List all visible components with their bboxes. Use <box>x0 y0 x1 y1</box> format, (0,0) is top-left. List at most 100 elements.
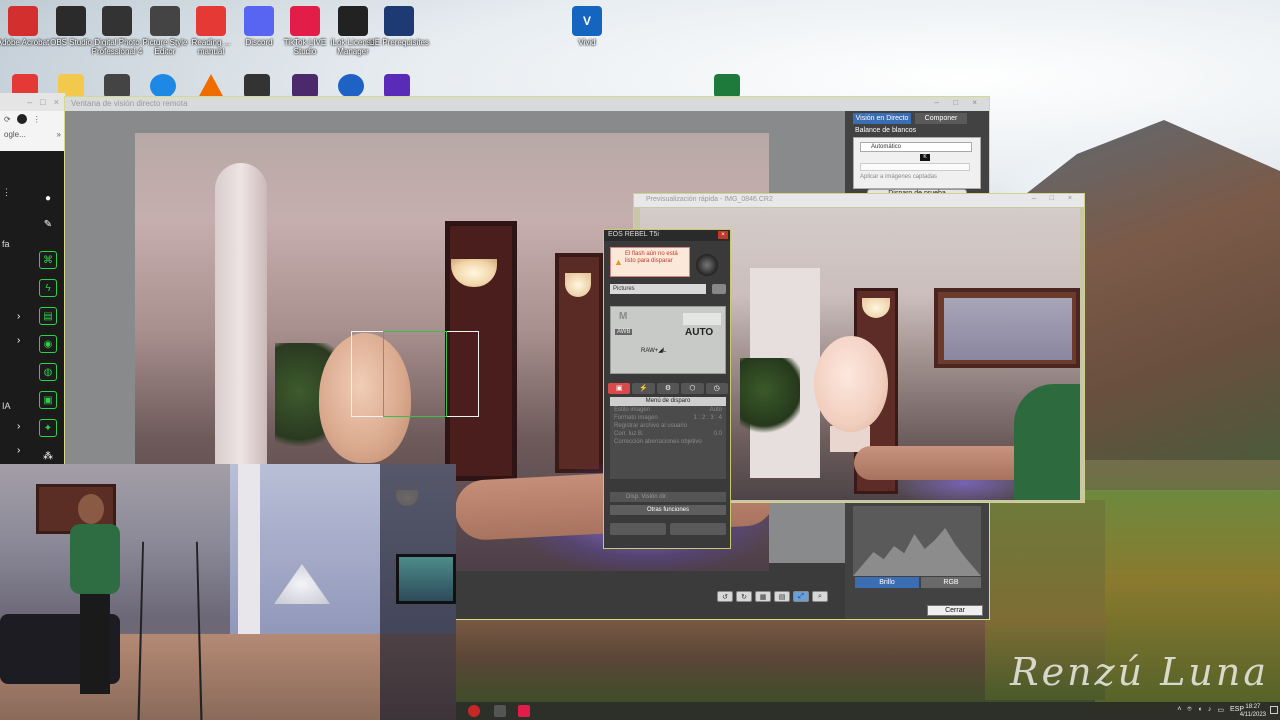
histogram-graph <box>853 528 981 576</box>
rotate-right-icon[interactable]: ↻ <box>736 591 752 602</box>
network-icon[interactable]: ⌾ <box>1187 706 1191 714</box>
picture-style-field[interactable]: Pictures <box>610 284 706 294</box>
zoom-icon[interactable]: ⤢ <box>793 591 809 602</box>
image-quality[interactable]: RAW+◢L <box>641 347 666 354</box>
select-icon[interactable]: ⌘ <box>39 251 57 269</box>
pdf-icon <box>196 6 226 36</box>
chevron-up-icon[interactable]: ˄ <box>1177 706 1181 714</box>
app-icon[interactable] <box>338 74 364 98</box>
chevron-right-icon[interactable]: › <box>17 445 20 456</box>
photo-mirror <box>934 288 1080 368</box>
clock[interactable]: 18:27 4/11/2023 <box>1240 703 1266 719</box>
browser-window-controls: – □ × <box>0 93 65 111</box>
grid-app-icon[interactable] <box>384 74 410 98</box>
excel-icon[interactable] <box>714 74 740 98</box>
live-view-titlebar: Ventana de visión directo remota – □ × <box>65 97 989 111</box>
tab-rgb[interactable]: RGB <box>921 577 981 588</box>
other-functions-button[interactable]: Otras funciones <box>610 505 726 515</box>
window-controls[interactable]: – □ × <box>1032 195 1078 202</box>
settings-box <box>683 313 721 325</box>
tab-custom[interactable]: ⬡ <box>681 383 704 394</box>
menu-item[interactable]: Corrección aberraciones objetivo <box>610 438 726 446</box>
affinity-icon[interactable] <box>292 74 318 98</box>
share-icon[interactable]: ⁂ <box>39 447 57 465</box>
tiktok-taskbar-icon[interactable] <box>518 705 530 717</box>
eos-bottom-button[interactable] <box>610 523 666 535</box>
search-icon[interactable]: ⌕ <box>812 591 828 602</box>
window-controls[interactable]: – □ × <box>935 98 983 107</box>
picture-style-icon <box>150 6 180 36</box>
desktop-icon[interactable]: UE Prerequisites <box>368 6 430 48</box>
toolstrip-label-ia: IA <box>2 401 11 411</box>
volume-icon[interactable]: ♪ <box>1208 706 1212 714</box>
davinci-icon[interactable] <box>244 74 270 98</box>
chevron-right-icon[interactable]: › <box>17 335 20 346</box>
eos-camera-panel: EOS REBEL T5i × ▲ El flash aún no está l… <box>603 229 731 549</box>
wb-slider[interactable] <box>860 163 970 171</box>
picture-style-button[interactable] <box>712 284 726 294</box>
shooting-mode[interactable]: M <box>619 311 627 322</box>
close-icon[interactable]: × <box>718 231 728 239</box>
grid-icon[interactable]: ▦ <box>755 591 771 602</box>
app-taskbar-icon[interactable] <box>494 705 506 717</box>
menu-item[interactable]: Formato imagen 1 : 2 : 3 : 4 <box>610 414 726 422</box>
teamviewer-icon[interactable] <box>150 74 176 98</box>
close-button[interactable]: Cerrar <box>927 605 983 616</box>
reload-icon[interactable]: ⟳ <box>4 115 11 124</box>
minimize-icon[interactable]: – <box>27 97 32 107</box>
camera-icon[interactable] <box>104 74 130 98</box>
menu-icon[interactable]: ⋮ <box>33 115 41 124</box>
battery-icon[interactable]: ▭ <box>1217 706 1224 714</box>
shutter-dial-icon[interactable] <box>696 254 718 276</box>
tab-timer[interactable]: ◷ <box>705 383 729 394</box>
chevron-right-icon[interactable]: › <box>17 421 20 432</box>
chevron-right-icon[interactable]: » <box>57 130 61 139</box>
maximize-icon[interactable]: □ <box>40 97 45 107</box>
menu-item[interactable]: Registrar archivo al usuario <box>610 422 726 430</box>
pencil-icon[interactable]: ✎ <box>39 215 57 233</box>
live-view-shoot-button[interactable]: Disp. Visión dir. <box>610 492 726 502</box>
tab-live-view[interactable]: Visión en Directo <box>853 113 911 124</box>
tab-flash[interactable]: ⚡ <box>632 383 655 394</box>
close-icon[interactable]: × <box>54 97 59 107</box>
tab-brightness[interactable]: Brillo <box>855 577 919 588</box>
live-view-toolbar: ↺ ↻ ▦ ▤ ⤢ ⌕ <box>717 591 828 602</box>
browser-toolbar: ⟳ ⋮ <box>0 111 65 127</box>
extension-icon[interactable] <box>16 114 27 124</box>
wb-panel: Automático K Aplicar a imágenes captadas <box>853 137 981 189</box>
obs-taskbar-icon[interactable] <box>468 705 480 717</box>
tab-shooting[interactable]: ▣ <box>608 383 631 394</box>
discord-icon <box>244 6 274 36</box>
iso-auto[interactable]: AUTO <box>685 327 713 338</box>
url-fragment[interactable]: ogle... <box>4 130 26 139</box>
ilok-icon <box>338 6 368 36</box>
rotate-left-icon[interactable]: ↺ <box>717 591 733 602</box>
chat-icon[interactable]: ◉ <box>39 335 57 353</box>
photo-doll-head <box>814 336 888 432</box>
focus-point[interactable] <box>383 331 447 417</box>
menu-item[interactable]: Estilo imagen Auto <box>610 406 726 414</box>
webcam-tripod <box>137 541 203 720</box>
eos-menu-tabs: ▣ ⚡ ⚙ ⬡ ◷ <box>608 383 729 394</box>
menu-item[interactable]: Corr. luz B. 0.0 <box>610 430 726 438</box>
warning-icon: ▲ <box>614 257 623 267</box>
notification-icon[interactable] <box>1270 706 1278 714</box>
tab-settings[interactable]: ⚙ <box>656 383 680 394</box>
tab-compose[interactable]: Componer <box>915 113 967 124</box>
wb-badge[interactable]: AWB <box>615 329 633 335</box>
quick-preview-title: Previsualización rápida - IMG_0846.CR2 <box>646 196 773 203</box>
info-icon[interactable]: ● <box>39 189 57 207</box>
chevron-right-icon[interactable]: › <box>17 311 20 322</box>
desktop-icon-vivid[interactable]: V Vivid <box>556 6 618 48</box>
microphone-icon[interactable]: ◖ <box>1198 706 1202 714</box>
eos-bottom-button[interactable] <box>670 523 726 535</box>
toolstrip-dots-icon[interactable]: ⋮ <box>2 187 11 198</box>
apply-checkbox[interactable]: Aplicar a imágenes captadas <box>860 174 937 180</box>
document-icon[interactable]: ▤ <box>39 307 57 325</box>
wb-select[interactable]: Automático <box>860 142 972 152</box>
save-icon[interactable]: ▣ <box>39 391 57 409</box>
broadcast-icon[interactable]: ◍ <box>39 363 57 381</box>
grid-icon[interactable]: ▤ <box>774 591 790 602</box>
flash-icon[interactable]: ϟ <box>39 279 57 297</box>
wrench-icon[interactable]: ✦ <box>39 419 57 437</box>
